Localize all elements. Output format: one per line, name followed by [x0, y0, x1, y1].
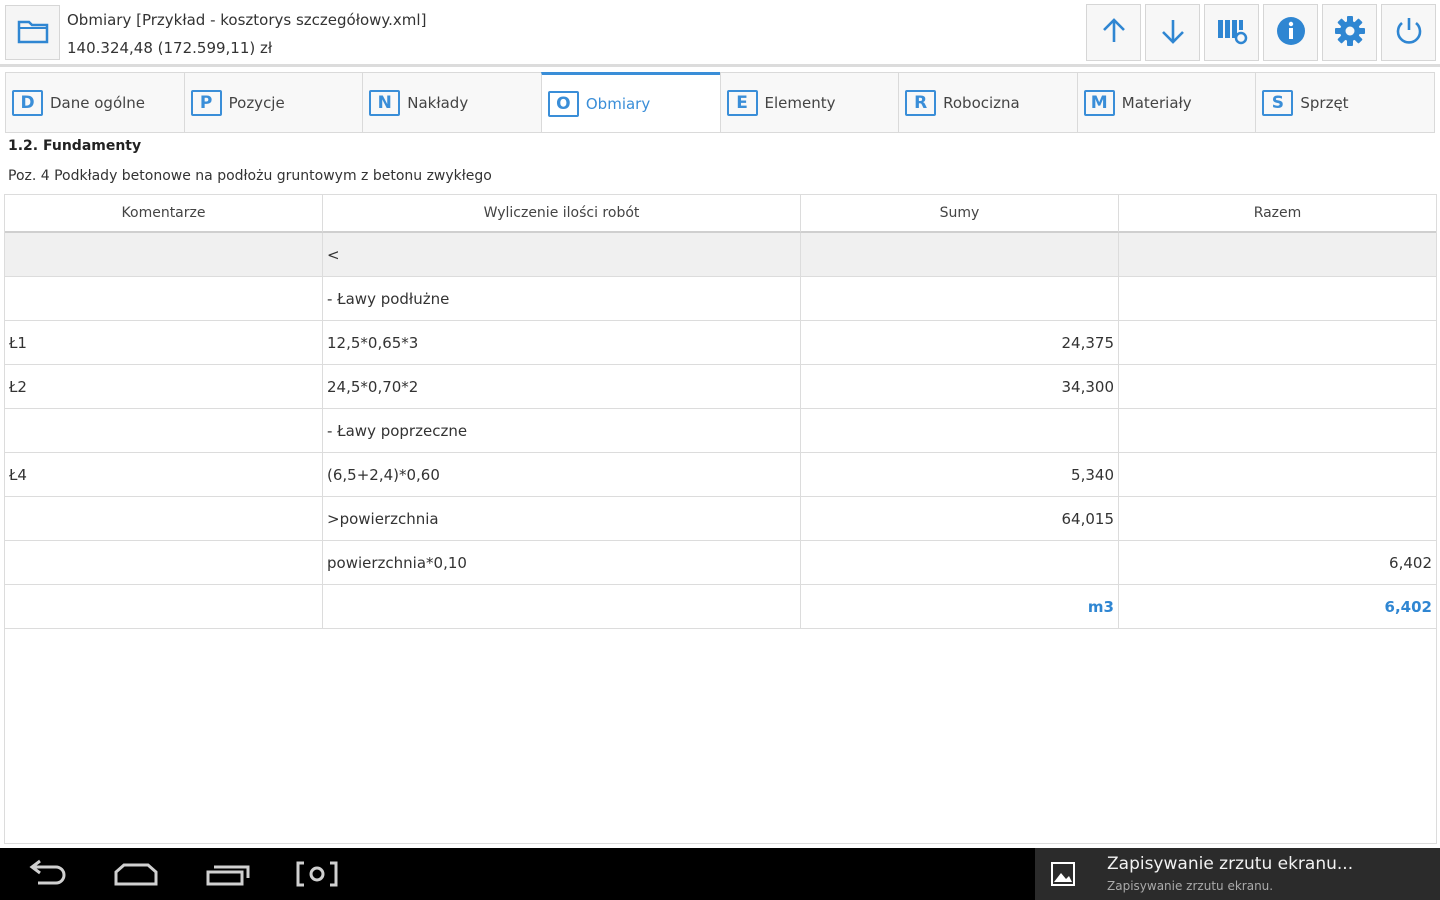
table-cell[interactable] — [801, 409, 1119, 453]
column-header: Razem — [1119, 195, 1436, 233]
toolbar — [1086, 4, 1436, 61]
table-cell[interactable]: powierzchnia*0,10 — [323, 541, 801, 585]
table-cell[interactable] — [1119, 497, 1436, 541]
table-cell[interactable]: - Ławy poprzeczne — [323, 409, 801, 453]
power-icon — [1393, 15, 1425, 51]
table-cell[interactable]: 6,402 — [1119, 585, 1436, 629]
table-cell[interactable]: Ł1 — [5, 321, 323, 365]
table-cell[interactable]: Ł4 — [5, 453, 323, 497]
tab-letter-badge: M — [1083, 89, 1115, 116]
columns-settings-icon — [1216, 16, 1248, 50]
table-grid: Komentarze Wyliczenie ilości robót Sumy Raz… — [5, 195, 1436, 629]
tab-robocizna[interactable]: R Robocizna — [898, 72, 1077, 133]
title-block: Obmiary [Przykład - kosztorys szczegółow… — [67, 6, 426, 62]
power-button[interactable] — [1381, 4, 1436, 61]
table-cell[interactable] — [801, 541, 1119, 585]
table-cell[interactable]: 24,5*0,70*2 — [323, 365, 801, 409]
table-cell[interactable] — [801, 277, 1119, 321]
columns-settings-button[interactable] — [1204, 4, 1259, 61]
tab-letter-badge: O — [547, 90, 579, 117]
screenshot-icon[interactable] — [294, 858, 340, 894]
folder-icon — [17, 18, 49, 48]
measurements-table: Komentarze Wyliczenie ilości robót Sumy Raz… — [4, 194, 1437, 844]
arrow-up-icon — [1100, 17, 1128, 49]
tab-letter-badge: R — [905, 89, 937, 116]
tab-letter-badge: P — [190, 89, 222, 116]
tab-letter-badge: D — [12, 89, 43, 116]
table-cell[interactable] — [1119, 233, 1436, 277]
info-icon — [1275, 15, 1307, 51]
table-cell[interactable]: 34,300 — [801, 365, 1119, 409]
header-divider — [0, 64, 1440, 67]
table-cell[interactable]: < — [323, 233, 801, 277]
table-cell[interactable]: 12,5*0,65*3 — [323, 321, 801, 365]
table-cell[interactable]: 6,402 — [1119, 541, 1436, 585]
table-cell[interactable] — [5, 541, 323, 585]
arrow-down-icon — [1159, 17, 1187, 49]
tab-label: Sprzęt — [1300, 93, 1349, 112]
app-header: Obmiary [Przykład - kosztorys szczegółow… — [0, 0, 1440, 67]
tab-nakłady[interactable]: N Nakłady — [362, 72, 541, 133]
table-cell[interactable]: 64,015 — [801, 497, 1119, 541]
move-up-button[interactable] — [1086, 4, 1141, 61]
table-cell[interactable] — [1119, 321, 1436, 365]
table-cell[interactable] — [1119, 277, 1436, 321]
table-cell[interactable] — [1119, 409, 1436, 453]
tab-label: Nakłady — [407, 93, 469, 112]
move-down-button[interactable] — [1145, 4, 1200, 61]
screenshot-notification[interactable]: Zapisywanie zrzutu ekranu... Zapisywanie… — [1035, 848, 1440, 900]
tab-bar: D Dane ogólne P Pozycje N Nakłady O Obmiary E Ele… — [5, 72, 1435, 133]
position-description: Poz. 4 Podkłady betonowe na podłożu grun… — [8, 168, 492, 184]
notification-title: Zapisywanie zrzutu ekranu... — [1107, 854, 1354, 874]
tab-letter-badge: E — [726, 89, 758, 116]
table-cell[interactable] — [5, 233, 323, 277]
tab-label: Obmiary — [585, 94, 651, 113]
tab-elementy[interactable]: E Elementy — [719, 72, 899, 133]
table-cell[interactable] — [323, 585, 801, 629]
table-cell[interactable]: - Ławy podłużne — [323, 277, 801, 321]
image-icon — [1049, 860, 1077, 892]
tab-obmiary[interactable]: O Obmiary — [540, 72, 720, 133]
table-cell[interactable] — [5, 585, 323, 629]
tab-label: Dane ogólne — [50, 93, 146, 112]
tab-letter-badge: S — [1262, 89, 1294, 116]
column-header: Komentarze — [5, 195, 323, 233]
table-cell[interactable] — [5, 409, 323, 453]
window-title: Obmiary [Przykład - kosztorys szczegółow… — [67, 11, 427, 29]
table-cell[interactable]: (6,5+2,4)*0,60 — [323, 453, 801, 497]
home-icon[interactable] — [112, 858, 160, 894]
table-cell[interactable] — [1119, 365, 1436, 409]
section-title: 1.2. Fundamenty — [8, 138, 142, 154]
settings-button[interactable] — [1322, 4, 1377, 61]
table-cell[interactable] — [801, 233, 1119, 277]
total-amount: 140.324,48 (172.599,11) zł — [67, 39, 273, 57]
column-header: Wyliczenie ilości robót — [323, 195, 801, 233]
tab-label: Pozycje — [228, 93, 285, 112]
back-icon[interactable] — [24, 858, 68, 894]
info-button[interactable] — [1263, 4, 1318, 61]
recent-apps-icon[interactable] — [204, 858, 252, 894]
tab-materiały[interactable]: M Materiały — [1076, 72, 1256, 133]
tab-label: Materiały — [1121, 93, 1192, 112]
table-cell[interactable] — [5, 497, 323, 541]
table-cell[interactable] — [1119, 453, 1436, 497]
table-cell[interactable]: 24,375 — [801, 321, 1119, 365]
table-cell[interactable]: 5,340 — [801, 453, 1119, 497]
open-file-button[interactable] — [5, 5, 60, 60]
tab-pozycje[interactable]: P Pozycje — [183, 72, 363, 133]
tab-label: Robocizna — [943, 93, 1020, 112]
table-cell[interactable]: Ł2 — [5, 365, 323, 409]
table-cell[interactable]: m3 — [801, 585, 1119, 629]
table-cell[interactable] — [5, 277, 323, 321]
tab-dane-ogólne[interactable]: D Dane ogólne — [5, 72, 184, 133]
tab-label: Elementy — [764, 93, 836, 112]
tab-sprzęt[interactable]: S Sprzęt — [1255, 72, 1435, 133]
tab-letter-badge: N — [369, 89, 401, 116]
column-header: Sumy — [801, 195, 1119, 233]
gear-icon — [1334, 15, 1366, 51]
notification-subtitle: Zapisywanie zrzutu ekranu. — [1107, 879, 1274, 893]
table-cell[interactable]: >powierzchnia — [323, 497, 801, 541]
